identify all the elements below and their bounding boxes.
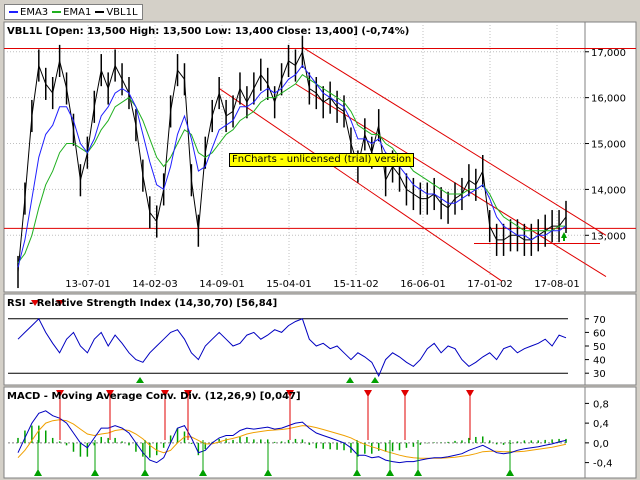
price-xtick-label: 17-08-01	[534, 279, 579, 290]
price-ytick-label: 15,000	[591, 140, 626, 151]
price-panel-title: VBL1L [Open: 13,500 High: 13,500 Low: 13…	[7, 26, 410, 37]
price-xtick-label: 16-06-01	[400, 279, 445, 290]
rsi-ytick-label: 40	[593, 356, 606, 367]
chart-canvas: 17,000 16,000 15,000 14,000 13,000 13-07-01 14…	[3, 21, 637, 479]
rsi-ytick-label: 50	[593, 342, 606, 353]
price-xtick-label: 13-07-01	[65, 279, 110, 290]
macd-panel-title: MACD - Moving Average Conv. Div. (12,26,…	[7, 391, 301, 402]
price-ytick-label: 13,000	[591, 231, 626, 242]
macd-ytick-label: -0,4	[593, 459, 613, 470]
price-xtick-label: 15-04-01	[266, 279, 311, 290]
price-ytick-label: 14,000	[591, 185, 626, 196]
macd-ytick-label: 0,0	[593, 439, 609, 450]
rsi-ytick-label: 60	[593, 328, 606, 339]
rsi-ytick-label: 30	[593, 369, 606, 380]
watermark-label: FnCharts - unlicensed (trial) version	[229, 153, 415, 167]
rsi-ytick-label: 70	[593, 315, 606, 326]
price-ytick-label: 17,000	[591, 48, 626, 59]
rsi-panel-title: RSI - Relative Strength Index (14,30,70)…	[7, 298, 278, 309]
price-xtick-label: 17-01-02	[467, 279, 512, 290]
price-xtick-label: 14-09-01	[199, 279, 244, 290]
macd-ytick-label: 0,8	[593, 399, 609, 410]
price-xtick-label: 14-02-03	[132, 279, 177, 290]
price-xtick-label: 15-11-02	[333, 279, 378, 290]
macd-ytick-label: 0,4	[593, 419, 609, 430]
price-ytick-label: 16,000	[591, 94, 626, 105]
